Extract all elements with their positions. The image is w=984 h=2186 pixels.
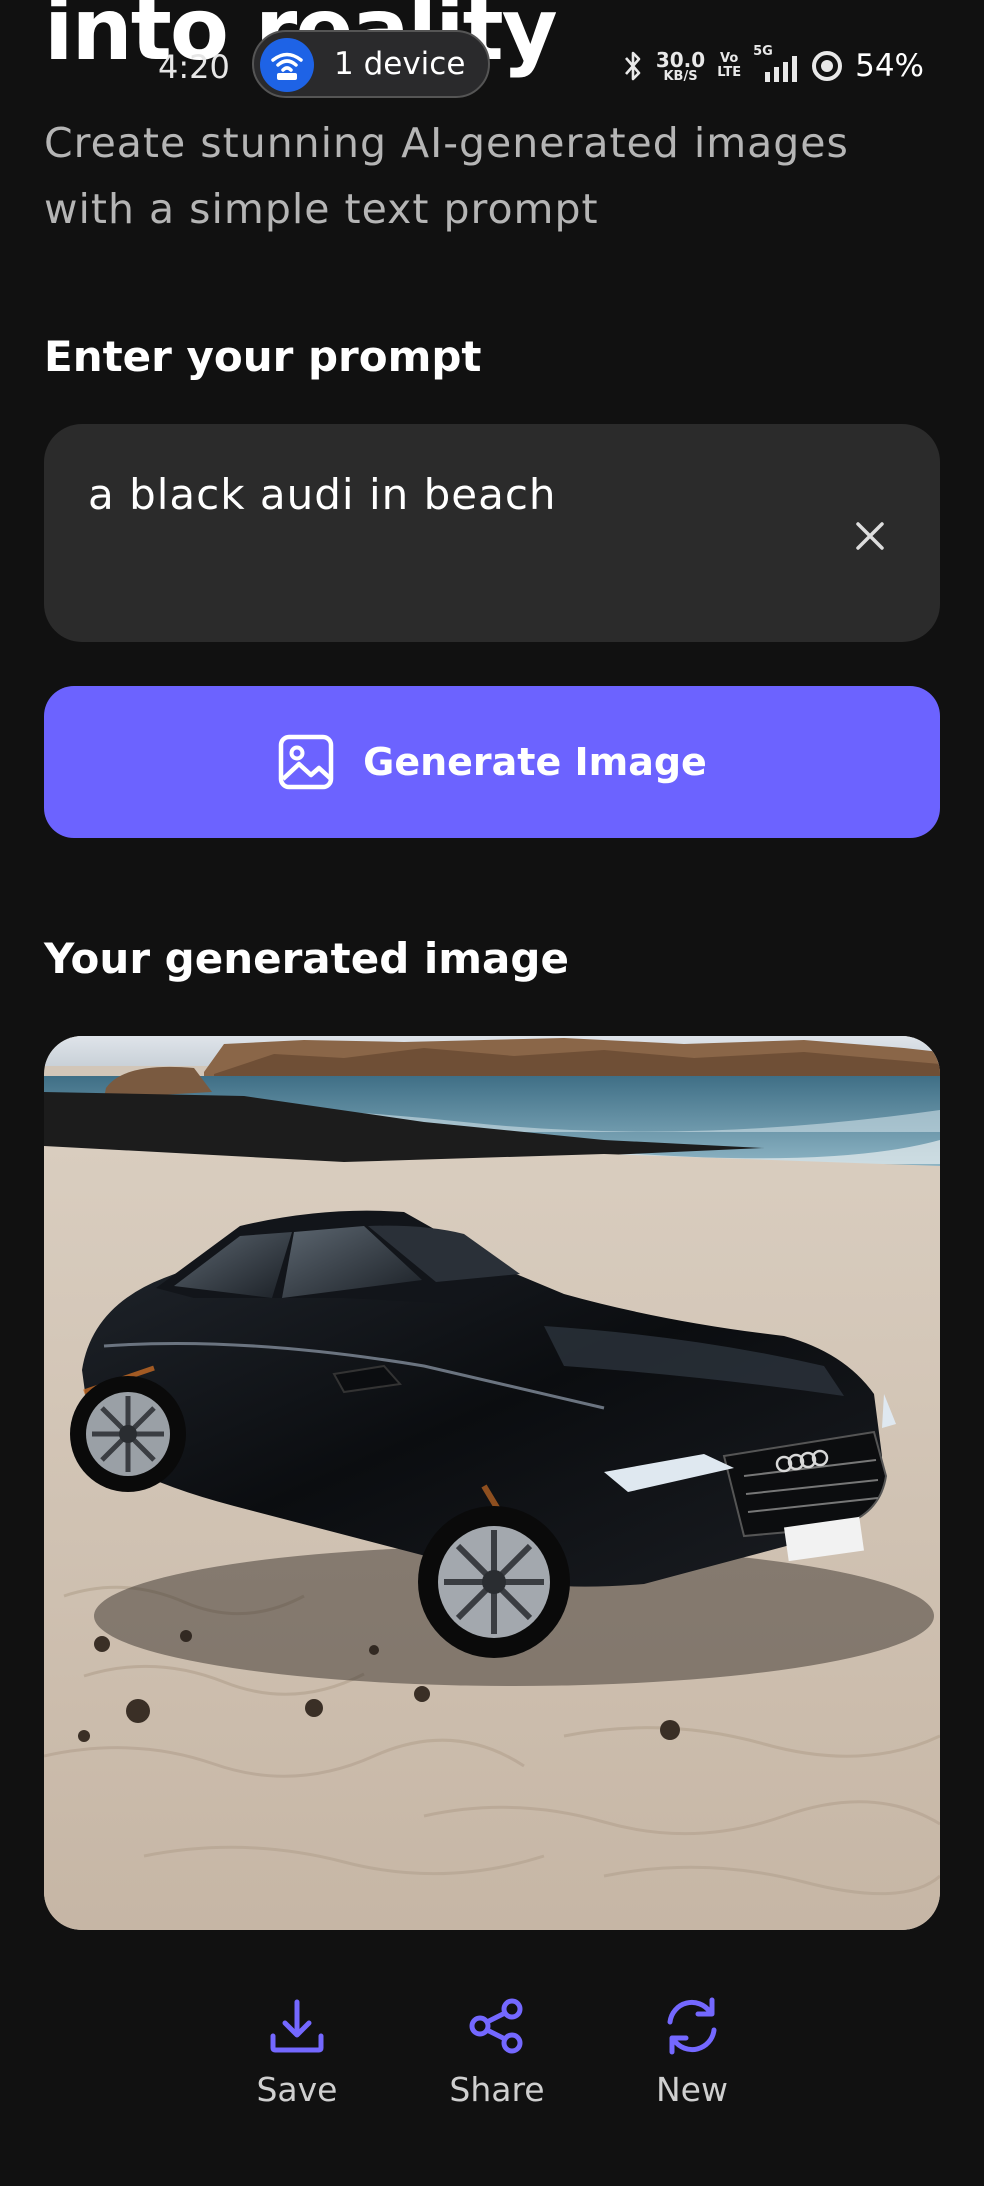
network-speed-value: 30.0: [655, 47, 706, 72]
volte-top: Vo: [720, 51, 739, 67]
close-icon: [856, 522, 884, 550]
network-speed: 30.0 KB/S: [656, 50, 705, 83]
generated-image-label: Your generated image: [44, 934, 569, 983]
hotspot-label: 1 device: [334, 46, 466, 82]
bluetooth-icon: [624, 51, 641, 81]
generate-image-button[interactable]: Generate Image: [44, 686, 940, 838]
signal-icon: 5G: [753, 44, 799, 84]
volte-indicator: Vo LTE: [717, 52, 741, 79]
share-label: Share: [449, 2070, 545, 2109]
new-button[interactable]: New: [612, 1996, 772, 2109]
save-button[interactable]: Save: [217, 1996, 377, 2109]
battery-percent: 54%: [855, 48, 924, 84]
hotspot-icon: [260, 38, 314, 92]
new-label: New: [656, 2070, 728, 2109]
battery-icon: [812, 51, 843, 81]
generated-image: [44, 1036, 940, 1930]
status-time: 4:20: [158, 48, 230, 86]
clear-button[interactable]: [846, 512, 894, 560]
download-icon: [270, 1999, 324, 2053]
image-icon: [278, 734, 334, 790]
save-label: Save: [256, 2070, 338, 2109]
generate-image-label: Generate Image: [363, 740, 707, 784]
network-speed-unit: KB/S: [663, 68, 698, 84]
prompt-input[interactable]: a black audi in beach: [44, 424, 940, 642]
refresh-icon: [667, 1997, 717, 2055]
hotspot-pill[interactable]: 1 device: [252, 30, 490, 98]
share-icon: [469, 1998, 523, 2054]
status-icons: 30.0 KB/S Vo LTE 5G 54%: [622, 44, 924, 86]
volte-bottom: LTE: [717, 65, 742, 80]
share-button[interactable]: Share: [417, 1996, 577, 2109]
prompt-value[interactable]: a black audi in beach: [88, 470, 557, 519]
page-subtitle: Create stunning AI-generated images with…: [44, 119, 849, 233]
prompt-label: Enter your prompt: [44, 332, 482, 381]
